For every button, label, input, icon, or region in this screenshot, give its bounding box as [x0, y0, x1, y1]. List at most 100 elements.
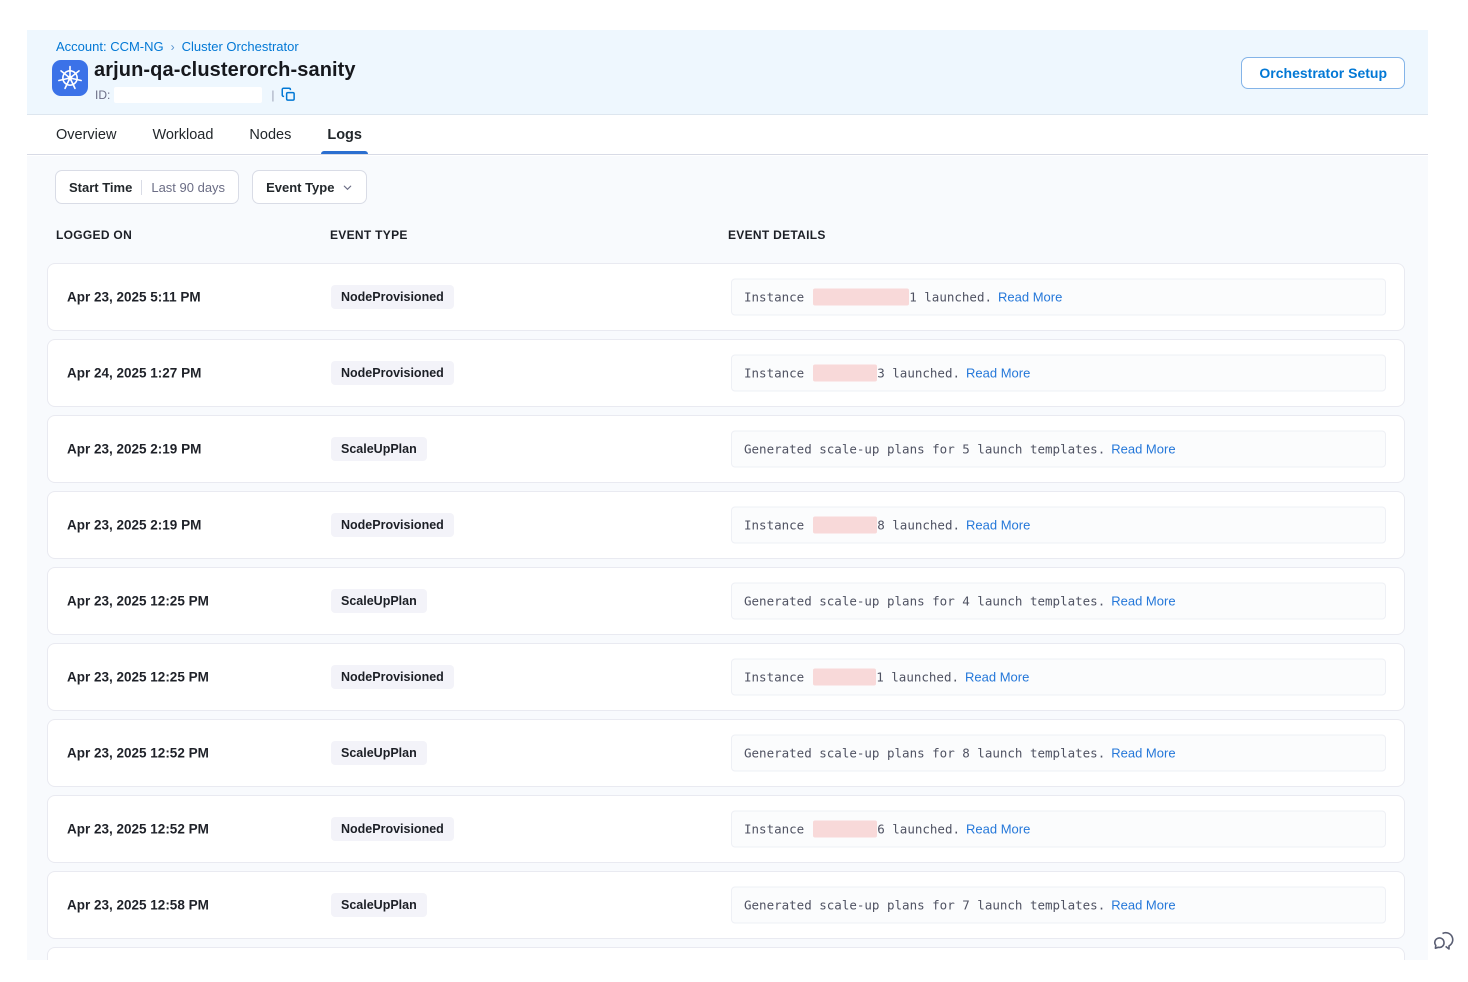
read-more-link[interactable]: Read More — [1111, 898, 1175, 913]
redacted-value — [813, 669, 876, 686]
event-type-badge: ScaleUpPlan — [331, 589, 427, 613]
chat-help-icon[interactable] — [1432, 928, 1458, 954]
detail-text-pre: Instance — [744, 822, 804, 837]
event-type-badge: NodeProvisioned — [331, 817, 454, 841]
row-logged-on: Apr 23, 2025 12:25 PM — [67, 594, 209, 609]
redacted-value — [813, 289, 909, 306]
filter-divider — [141, 180, 142, 195]
redacted-value — [813, 517, 877, 534]
cluster-id-row: ID: | — [95, 86, 296, 103]
breadcrumb-cluster-orchestrator-link[interactable]: Cluster Orchestrator — [182, 39, 299, 54]
detail-text-pre: Instance — [744, 518, 804, 533]
read-more-link[interactable]: Read More — [1111, 442, 1175, 457]
orchestrator-setup-button[interactable]: Orchestrator Setup — [1241, 57, 1405, 89]
tab-overview[interactable]: Overview — [56, 115, 116, 154]
breadcrumb-separator: › — [171, 40, 175, 54]
event-type-badge: ScaleUpPlan — [331, 437, 427, 461]
row-logged-on: Apr 23, 2025 5:11 PM — [67, 290, 201, 305]
event-details-box: Instance 6 launched. Read More — [731, 811, 1386, 848]
column-header-event-type: EVENT TYPE — [330, 228, 408, 242]
column-header-event-details: EVENT DETAILS — [728, 228, 826, 242]
table-row-partial — [47, 947, 1405, 960]
tab-label: Workload — [152, 127, 213, 143]
detail-text-post: 6 launched. — [877, 822, 960, 837]
redacted-value — [813, 821, 877, 838]
event-type-badge: ScaleUpPlan — [331, 741, 427, 765]
kubernetes-icon — [52, 60, 88, 96]
tab-nodes[interactable]: Nodes — [249, 115, 291, 154]
event-details-box: Instance 1 launched. Read More — [731, 659, 1386, 696]
breadcrumb: Account: CCM-NG › Cluster Orchestrator — [56, 39, 299, 54]
tab-label: Logs — [327, 127, 362, 143]
log-rows: Apr 23, 2025 5:11 PM NodeProvisioned Ins… — [47, 263, 1405, 960]
column-header-logged-on: LOGGED ON — [56, 228, 132, 242]
tab-label: Overview — [56, 127, 116, 143]
read-more-link[interactable]: Read More — [966, 518, 1030, 533]
table-row: Apr 23, 2025 12:25 PM NodeProvisioned In… — [47, 643, 1405, 711]
row-logged-on: Apr 23, 2025 2:19 PM — [67, 518, 201, 533]
logs-panel: Start Time Last 90 days Event Type LOGGE… — [27, 156, 1428, 960]
tab-logs[interactable]: Logs — [327, 115, 362, 154]
read-more-link[interactable]: Read More — [1111, 746, 1175, 761]
detail-text-pre: Generated scale-up plans for 8 launch te… — [744, 746, 1105, 761]
event-details-box: Instance 1 launched. Read More — [731, 279, 1386, 316]
tab-workload[interactable]: Workload — [152, 115, 213, 154]
table-row: Apr 23, 2025 5:11 PM NodeProvisioned Ins… — [47, 263, 1405, 331]
row-logged-on: Apr 23, 2025 12:52 PM — [67, 822, 209, 837]
start-time-filter[interactable]: Start Time Last 90 days — [55, 170, 239, 204]
event-type-badge: NodeProvisioned — [331, 285, 454, 309]
breadcrumb-account-link[interactable]: Account: CCM-NG — [56, 39, 164, 54]
event-details-box: Generated scale-up plans for 8 launch te… — [731, 735, 1386, 772]
event-type-badge: NodeProvisioned — [331, 513, 454, 537]
detail-text-pre: Instance — [744, 290, 804, 305]
start-time-value: Last 90 days — [151, 180, 225, 195]
row-logged-on: Apr 23, 2025 2:19 PM — [67, 442, 201, 457]
row-logged-on: Apr 23, 2025 12:58 PM — [67, 898, 209, 913]
id-value-redacted — [114, 87, 262, 103]
detail-text-pre: Instance — [744, 366, 804, 381]
event-details-box: Generated scale-up plans for 4 launch te… — [731, 583, 1386, 620]
read-more-link[interactable]: Read More — [1111, 594, 1175, 609]
read-more-link[interactable]: Read More — [966, 366, 1030, 381]
read-more-link[interactable]: Read More — [966, 822, 1030, 837]
detail-text-post: 3 launched. — [877, 366, 960, 381]
detail-text-post: 1 launched. — [909, 290, 992, 305]
start-time-label: Start Time — [69, 180, 132, 195]
event-type-badge: ScaleUpPlan — [331, 893, 427, 917]
detail-text-pre: Generated scale-up plans for 4 launch te… — [744, 594, 1105, 609]
table-row: Apr 23, 2025 12:25 PM ScaleUpPlan Genera… — [47, 567, 1405, 635]
tab-label: Nodes — [249, 127, 291, 143]
read-more-link[interactable]: Read More — [965, 670, 1029, 685]
table-row: Apr 23, 2025 2:19 PM NodeProvisioned Ins… — [47, 491, 1405, 559]
event-details-box: Generated scale-up plans for 5 launch te… — [731, 431, 1386, 468]
row-logged-on: Apr 23, 2025 12:52 PM — [67, 746, 209, 761]
detail-text-pre: Instance — [744, 670, 804, 685]
detail-text-pre: Generated scale-up plans for 5 launch te… — [744, 442, 1105, 457]
table-row: Apr 23, 2025 12:58 PM ScaleUpPlan Genera… — [47, 871, 1405, 939]
page-title: arjun-qa-clusterorch-sanity — [94, 59, 356, 82]
row-logged-on: Apr 24, 2025 1:27 PM — [67, 366, 201, 381]
table-header: LOGGED ON EVENT TYPE EVENT DETAILS — [47, 228, 1405, 248]
tab-bar: Overview Workload Nodes Logs — [27, 115, 1428, 155]
table-row: Apr 23, 2025 2:19 PM ScaleUpPlan Generat… — [47, 415, 1405, 483]
table-row: Apr 24, 2025 1:27 PM NodeProvisioned Ins… — [47, 339, 1405, 407]
table-row: Apr 23, 2025 12:52 PM NodeProvisioned In… — [47, 795, 1405, 863]
redacted-value — [813, 365, 877, 382]
event-type-label: Event Type — [266, 180, 334, 195]
row-logged-on: Apr 23, 2025 12:25 PM — [67, 670, 209, 685]
copy-icon[interactable] — [281, 87, 296, 102]
read-more-link[interactable]: Read More — [998, 290, 1062, 305]
id-label: ID: — [95, 88, 110, 102]
event-type-badge: NodeProvisioned — [331, 665, 454, 689]
detail-text-post: 8 launched. — [877, 518, 960, 533]
event-details-box: Generated scale-up plans for 7 launch te… — [731, 887, 1386, 924]
detail-text-pre: Generated scale-up plans for 7 launch te… — [744, 898, 1105, 913]
event-type-badge: NodeProvisioned — [331, 361, 454, 385]
table-row: Apr 23, 2025 12:52 PM ScaleUpPlan Genera… — [47, 719, 1405, 787]
detail-text-post: 1 launched. — [876, 670, 959, 685]
chevron-down-icon — [342, 182, 353, 193]
page-header: Account: CCM-NG › Cluster Orchestrator arj… — [27, 30, 1428, 115]
filters-row: Start Time Last 90 days Event Type — [55, 170, 367, 204]
id-separator: | — [271, 88, 274, 102]
event-type-filter[interactable]: Event Type — [252, 170, 367, 204]
